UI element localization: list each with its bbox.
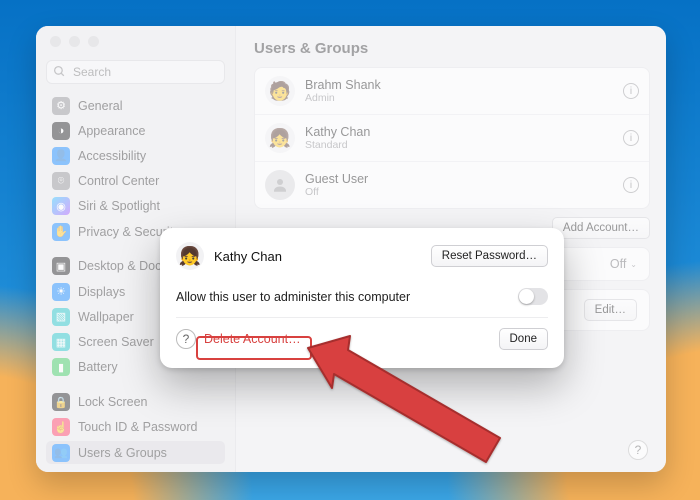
user-role: Standard xyxy=(305,139,370,151)
screensaver-icon: ▦ xyxy=(52,333,70,351)
sidebar-item-label: Displays xyxy=(78,285,125,299)
sidebar-item-users-groups[interactable]: 👥 Users & Groups xyxy=(46,441,225,464)
avatar: 🧑 xyxy=(265,76,295,106)
user-role: Off xyxy=(305,186,368,198)
window-controls xyxy=(50,36,99,47)
gear-icon: ⚙ xyxy=(52,97,70,115)
sidebar-item-label: Battery xyxy=(78,360,118,374)
user-row[interactable]: Guest User Off i xyxy=(255,162,649,208)
sidebar-item-label: Screen Saver xyxy=(78,335,154,349)
accessibility-icon: 👤 xyxy=(52,147,70,165)
users-icon: 👥 xyxy=(52,444,70,462)
edit-button[interactable]: Edit… xyxy=(584,299,637,321)
sidebar-item-label: Appearance xyxy=(78,124,145,138)
done-button[interactable]: Done xyxy=(499,328,549,350)
avatar: 👧 xyxy=(176,242,204,270)
fingerprint-icon: ☝ xyxy=(52,418,70,436)
sidebar-item-label: General xyxy=(78,99,122,113)
user-row[interactable]: 👧 Kathy Chan Standard i xyxy=(255,115,649,162)
reset-password-button[interactable]: Reset Password… xyxy=(431,245,548,267)
sidebar-item-label: Wallpaper xyxy=(78,310,134,324)
sidebar-item-label: Touch ID & Password xyxy=(78,420,198,434)
sidebar-item-label: Desktop & Dock xyxy=(78,259,168,273)
minimize-window-button[interactable] xyxy=(69,36,80,47)
auto-login-value[interactable]: Off xyxy=(610,257,626,271)
search-input[interactable] xyxy=(46,60,225,84)
user-name: Brahm Shank xyxy=(305,78,381,92)
admin-toggle[interactable] xyxy=(518,288,548,305)
user-options-modal: 👧 Kathy Chan Reset Password… Allow this … xyxy=(160,228,564,368)
siri-icon: ◉ xyxy=(52,197,70,215)
modal-user-name: Kathy Chan xyxy=(214,249,282,264)
wallpaper-icon: ▧ xyxy=(52,308,70,326)
user-name: Guest User xyxy=(305,172,368,186)
sidebar-item-general[interactable]: ⚙ General xyxy=(46,94,225,117)
avatar xyxy=(265,170,295,200)
search-field[interactable] xyxy=(46,60,225,84)
sidebar-item-accessibility[interactable]: 👤 Accessibility xyxy=(46,144,225,167)
help-button[interactable]: ? xyxy=(176,329,196,349)
search-icon xyxy=(53,65,66,83)
delete-account-button[interactable]: Delete Account… xyxy=(204,332,301,346)
user-role: Admin xyxy=(305,92,381,104)
sidebar-item-lock-screen[interactable]: 🔒 Lock Screen xyxy=(46,391,225,414)
help-button[interactable]: ? xyxy=(628,440,648,460)
battery-icon: ▮ xyxy=(52,358,70,376)
info-icon[interactable]: i xyxy=(623,177,639,193)
user-name: Kathy Chan xyxy=(305,125,370,139)
sidebar-item-control-center[interactable]: ⌾ Control Center xyxy=(46,170,225,193)
chevron-down-icon[interactable]: ⌄ xyxy=(630,260,637,269)
admin-toggle-label: Allow this user to administer this compu… xyxy=(176,290,410,304)
sidebar-item-appearance[interactable]: ◑ Appearance xyxy=(46,119,225,142)
close-window-button[interactable] xyxy=(50,36,61,47)
display-icon: ☀ xyxy=(52,283,70,301)
sidebar-item-label: Users & Groups xyxy=(78,446,167,460)
hand-icon: ✋ xyxy=(52,223,70,241)
sidebar-item-touch-id[interactable]: ☝ Touch ID & Password xyxy=(46,416,225,439)
user-list: 🧑 Brahm Shank Admin i 👧 Kathy Chan Stand… xyxy=(254,67,650,209)
lock-icon: 🔒 xyxy=(52,393,70,411)
avatar: 👧 xyxy=(265,123,295,153)
info-icon[interactable]: i xyxy=(623,83,639,99)
sidebar-item-label: Lock Screen xyxy=(78,395,147,409)
control-center-icon: ⌾ xyxy=(52,172,70,190)
sidebar-item-label: Accessibility xyxy=(78,149,146,163)
page-title: Users & Groups xyxy=(254,40,650,57)
sidebar-item-siri-spotlight[interactable]: ◉ Siri & Spotlight xyxy=(46,195,225,218)
appearance-icon: ◑ xyxy=(52,122,70,140)
dock-icon: ▣ xyxy=(52,257,70,275)
add-account-button[interactable]: Add Account… xyxy=(552,217,650,239)
info-icon[interactable]: i xyxy=(623,130,639,146)
zoom-window-button[interactable] xyxy=(88,36,99,47)
sidebar-item-label: Control Center xyxy=(78,174,159,188)
user-row[interactable]: 🧑 Brahm Shank Admin i xyxy=(255,68,649,115)
sidebar-item-label: Siri & Spotlight xyxy=(78,199,160,213)
